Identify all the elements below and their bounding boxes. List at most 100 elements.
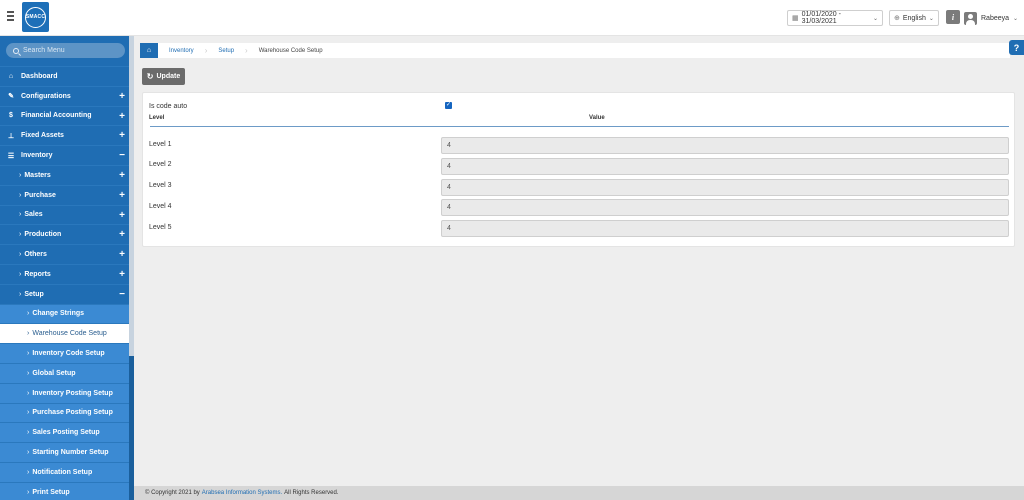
sidebar-item-label: Inventory Posting Setup xyxy=(32,389,113,397)
expand-icon[interactable]: + xyxy=(119,130,125,141)
sidebar-item-label: Setup xyxy=(24,290,44,298)
sidebar-item-label: Inventory Code Setup xyxy=(32,350,105,358)
chevron-right-icon: › xyxy=(27,350,30,358)
sidebar: Search Menu ⌂ Dashboard ✎ Configurations… xyxy=(0,36,134,500)
chevron-right-icon: › xyxy=(27,468,30,476)
expand-icon[interactable]: + xyxy=(119,269,125,280)
sidebar-item-inventory[interactable]: ☰ Inventory − xyxy=(0,145,129,165)
expand-icon[interactable]: + xyxy=(119,190,125,201)
expand-icon[interactable]: + xyxy=(119,91,125,102)
chevron-right-icon: › xyxy=(19,270,22,278)
chevron-right-icon: › xyxy=(27,369,30,377)
sidebar-item-warehouse-code-setup[interactable]: › Warehouse Code Setup xyxy=(0,323,129,344)
sidebar-item-financial-accounting[interactable]: $ Financial Accounting + xyxy=(0,105,129,126)
expand-icon[interactable]: + xyxy=(119,210,125,221)
sidebar-item-change-strings[interactable]: › Change Strings xyxy=(0,303,129,324)
sidebar-item-starting-number-setup[interactable]: › Starting Number Setup xyxy=(0,442,129,462)
code-auto-checkbox[interactable]: ✓ xyxy=(445,102,452,109)
breadcrumb-current: Warehouse Code Setup xyxy=(258,47,323,54)
code-setup-panel: Is code auto ✓ Level Value Level 1 4 Lev… xyxy=(142,92,1015,247)
sidebar-item-label: Others xyxy=(24,251,47,259)
sidebar-item-masters[interactable]: › Masters + xyxy=(0,164,129,185)
expand-icon[interactable]: + xyxy=(119,249,125,260)
breadcrumb-setup[interactable]: Setup xyxy=(218,48,238,54)
avatar xyxy=(964,11,977,25)
top-bar: SMACC ▦ 01/01/2020 - 31/03/2021 ⌄ ⊕ Engl… xyxy=(0,0,1024,36)
level-1-label: Level 1 xyxy=(149,141,172,148)
home-icon[interactable]: ⌂ xyxy=(140,43,158,58)
sidebar-item-label: Masters xyxy=(24,171,51,179)
code-auto-label: Is code auto xyxy=(149,103,188,110)
level-4-input[interactable]: 4 xyxy=(441,199,1009,216)
sidebar-item-setup[interactable]: › Setup − xyxy=(0,283,129,304)
level-1-input[interactable]: 4 xyxy=(441,137,1009,154)
globe-icon: ⊕ xyxy=(894,15,900,22)
level-3-label: Level 3 xyxy=(149,182,172,189)
sidebar-item-global-setup[interactable]: › Global Setup xyxy=(0,362,129,383)
logo[interactable]: SMACC xyxy=(22,2,49,32)
level-5-input[interactable]: 4 xyxy=(441,220,1009,237)
chevron-right-icon: › xyxy=(27,330,30,338)
search-icon xyxy=(13,47,19,54)
sidebar-item-label: Starting Number Setup xyxy=(32,449,109,457)
level-3-input[interactable]: 4 xyxy=(441,179,1009,196)
level-column-header: Level xyxy=(149,115,165,121)
sidebar-item-label: Inventory xyxy=(21,152,53,160)
header-divider xyxy=(150,126,1009,127)
sidebar-item-inventory-code-setup[interactable]: › Inventory Code Setup xyxy=(0,343,129,363)
sidebar-item-others[interactable]: › Others + xyxy=(0,244,129,264)
sidebar-item-dashboard[interactable]: ⌂ Dashboard xyxy=(0,66,129,86)
level-2-input[interactable]: 4 xyxy=(441,158,1009,175)
sidebar-item-label: Sales Posting Setup xyxy=(32,429,100,437)
collapse-icon[interactable]: − xyxy=(119,150,125,161)
sidebar-item-purchase-posting-setup[interactable]: › Purchase Posting Setup xyxy=(0,402,129,423)
sidebar-item-fixed-assets[interactable]: ⊥ Fixed Assets + xyxy=(0,125,129,145)
sidebar-item-label: Dashboard xyxy=(21,72,58,80)
breadcrumb-inventory[interactable]: Inventory xyxy=(169,48,198,54)
sidebar-item-label: Production xyxy=(24,231,62,239)
main-content: ⌂ Inventory › Setup › Warehouse Code Set… xyxy=(134,36,1024,486)
date-range-text: 01/01/2020 - 31/03/2021 xyxy=(801,11,841,25)
hamburger-menu-icon[interactable] xyxy=(7,11,19,23)
sidebar-item-print-setup[interactable]: › Print Setup xyxy=(0,481,129,500)
wrench-icon: ✎ xyxy=(8,93,14,101)
footer: © Copyright 2021 by Arabsea Information … xyxy=(134,486,1024,500)
sidebar-item-reports[interactable]: › Reports + xyxy=(0,263,129,284)
footer-suffix: All Rights Reserved. xyxy=(284,490,339,496)
sidebar-item-label: Reports xyxy=(24,270,51,278)
footer-company-link[interactable]: Arabsea Information Systems. xyxy=(202,490,282,496)
refresh-icon: ↻ xyxy=(146,72,154,81)
sidebar-item-label: Purchase Posting Setup xyxy=(32,409,113,417)
collapse-icon[interactable]: − xyxy=(119,289,125,300)
update-button[interactable]: ↻ Update xyxy=(142,68,185,85)
expand-icon[interactable]: + xyxy=(119,229,125,240)
sidebar-item-notification-setup[interactable]: › Notification Setup xyxy=(0,461,129,482)
date-range-picker[interactable]: ▦ 01/01/2020 - 31/03/2021 ⌄ xyxy=(787,10,883,26)
sidebar-item-purchase[interactable]: › Purchase + xyxy=(0,184,129,205)
search-input[interactable]: Search Menu xyxy=(6,43,125,58)
chevron-right-icon: › xyxy=(19,290,22,298)
sidebar-item-inventory-posting-setup[interactable]: › Inventory Posting Setup xyxy=(0,382,129,403)
help-icon[interactable]: ? xyxy=(1009,40,1024,55)
chevron-right-icon: › xyxy=(19,251,22,259)
user-menu[interactable]: Rabeeya ⌄ xyxy=(964,10,1018,26)
sidebar-item-label: Financial Accounting xyxy=(21,112,92,120)
expand-icon[interactable]: + xyxy=(119,111,125,122)
search-placeholder: Search Menu xyxy=(23,47,65,54)
expand-icon[interactable]: + xyxy=(119,170,125,181)
chevron-right-icon: › xyxy=(27,429,30,437)
info-icon[interactable]: i xyxy=(946,10,960,24)
sidebar-item-configurations[interactable]: ✎ Configurations + xyxy=(0,85,129,106)
language-selector[interactable]: ⊕ English ⌄ xyxy=(889,10,939,26)
update-label: Update xyxy=(156,73,181,80)
sidebar-item-production[interactable]: › Production + xyxy=(0,224,129,244)
sidebar-item-label: Change Strings xyxy=(32,310,85,318)
calendar-icon: ▦ xyxy=(792,15,799,22)
chevron-right-icon: › xyxy=(19,211,22,219)
chevron-right-icon: › xyxy=(19,191,22,199)
sidebar-item-sales-posting-setup[interactable]: › Sales Posting Setup xyxy=(0,422,129,443)
chevron-down-icon: ⌄ xyxy=(928,15,934,22)
chevron-right-icon: › xyxy=(27,488,30,496)
sidebar-item-label: Print Setup xyxy=(32,488,70,496)
sidebar-item-sales[interactable]: › Sales + xyxy=(0,204,129,225)
